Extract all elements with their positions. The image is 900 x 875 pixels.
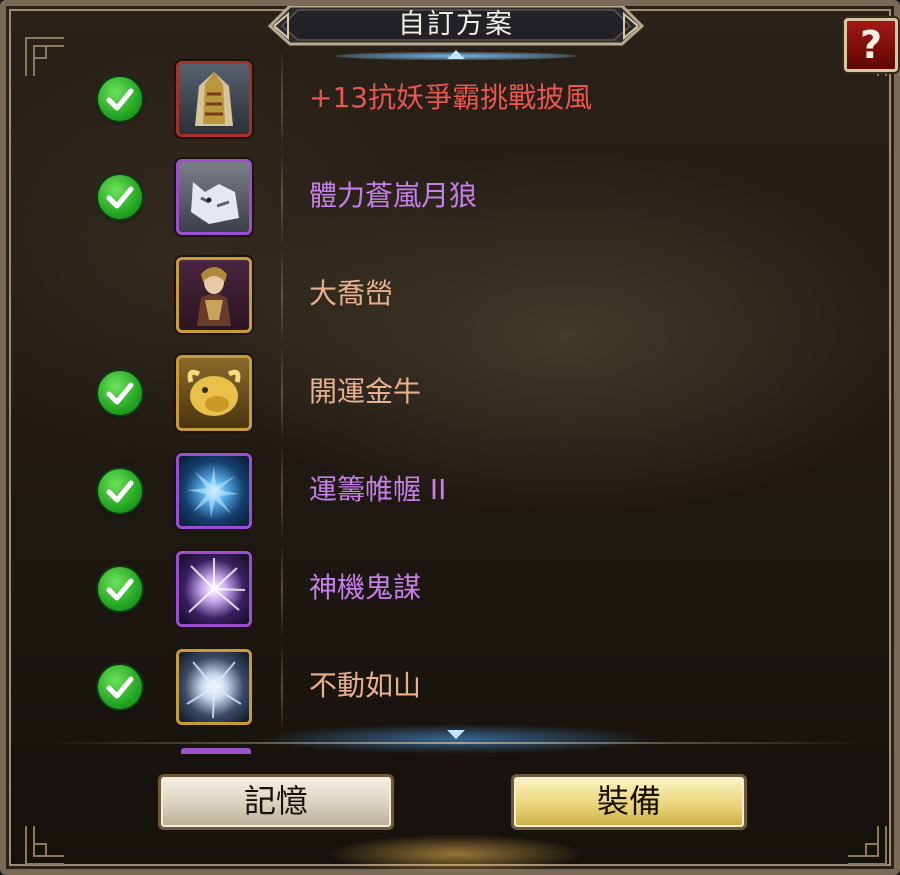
check-icon[interactable] [98, 175, 142, 219]
row-divider [281, 149, 283, 247]
bottom-glow [326, 834, 586, 874]
equipment-list[interactable]: +13抗妖爭霸挑戰披風 體力蒼嵐月狼 大喬嵤 開運金牛 運籌帷幄 II 神機鬼謀… [76, 51, 836, 751]
row-divider [281, 639, 283, 737]
check-icon[interactable] [98, 469, 142, 513]
scroll-down-arrow-icon[interactable] [447, 730, 465, 739]
wolf-icon [176, 159, 252, 235]
item-name: 不動如山 [309, 669, 422, 702]
check-icon[interactable] [98, 567, 142, 611]
window-title: 自訂方案 [398, 9, 514, 40]
row-divider [281, 443, 283, 541]
list-item[interactable]: 神機鬼謀 [76, 541, 836, 639]
row-divider [281, 247, 283, 345]
help-button[interactable]: ? [844, 18, 898, 72]
item-name: +13抗妖爭霸挑戰披風 [309, 81, 593, 114]
corner-ornament-icon [25, 37, 64, 76]
check-icon[interactable] [98, 77, 142, 121]
item-name: 開運金牛 [309, 375, 422, 408]
item-name: 體力蒼嵐月狼 [309, 179, 478, 212]
blue-orb-skill-icon [176, 453, 252, 529]
next-item-peek [181, 748, 251, 754]
list-item[interactable]: 不動如山 [76, 639, 836, 737]
lightning-orb-skill-icon [176, 551, 252, 627]
list-item[interactable]: 運籌帷幄 II [76, 443, 836, 541]
list-item[interactable]: 大喬嵤 [76, 247, 836, 345]
row-divider [281, 51, 283, 149]
item-name: 神機鬼謀 [309, 571, 422, 604]
item-name: 大喬嵤 [309, 277, 394, 310]
silver-orb-skill-icon [176, 649, 252, 725]
title-plate: 自訂方案 [268, 6, 644, 46]
golden-ox-icon [176, 355, 252, 431]
corner-ornament-icon [848, 826, 887, 865]
row-divider [281, 541, 283, 639]
list-item[interactable]: 開運金牛 [76, 345, 836, 443]
general-portrait-icon [176, 257, 252, 333]
row-divider [281, 345, 283, 443]
check-icon[interactable] [98, 665, 142, 709]
cloak-icon [176, 61, 252, 137]
item-name: 運籌帷幄 II [309, 473, 447, 506]
custom-plan-panel: 自訂方案 ? +13抗妖爭霸挑戰披風 體力蒼嵐月狼 大喬嵤 開運金牛 運籌帷幄 … [0, 0, 900, 875]
list-item[interactable]: 體力蒼嵐月狼 [76, 149, 836, 247]
memory-button[interactable]: 記憶 [158, 774, 394, 830]
list-item[interactable]: +13抗妖爭霸挑戰披風 [76, 51, 836, 149]
corner-ornament-icon [25, 826, 64, 865]
check-icon[interactable] [98, 371, 142, 415]
scroll-glow-bottom [256, 724, 656, 754]
equip-button[interactable]: 裝備 [511, 774, 747, 830]
footer-divider [46, 742, 866, 744]
